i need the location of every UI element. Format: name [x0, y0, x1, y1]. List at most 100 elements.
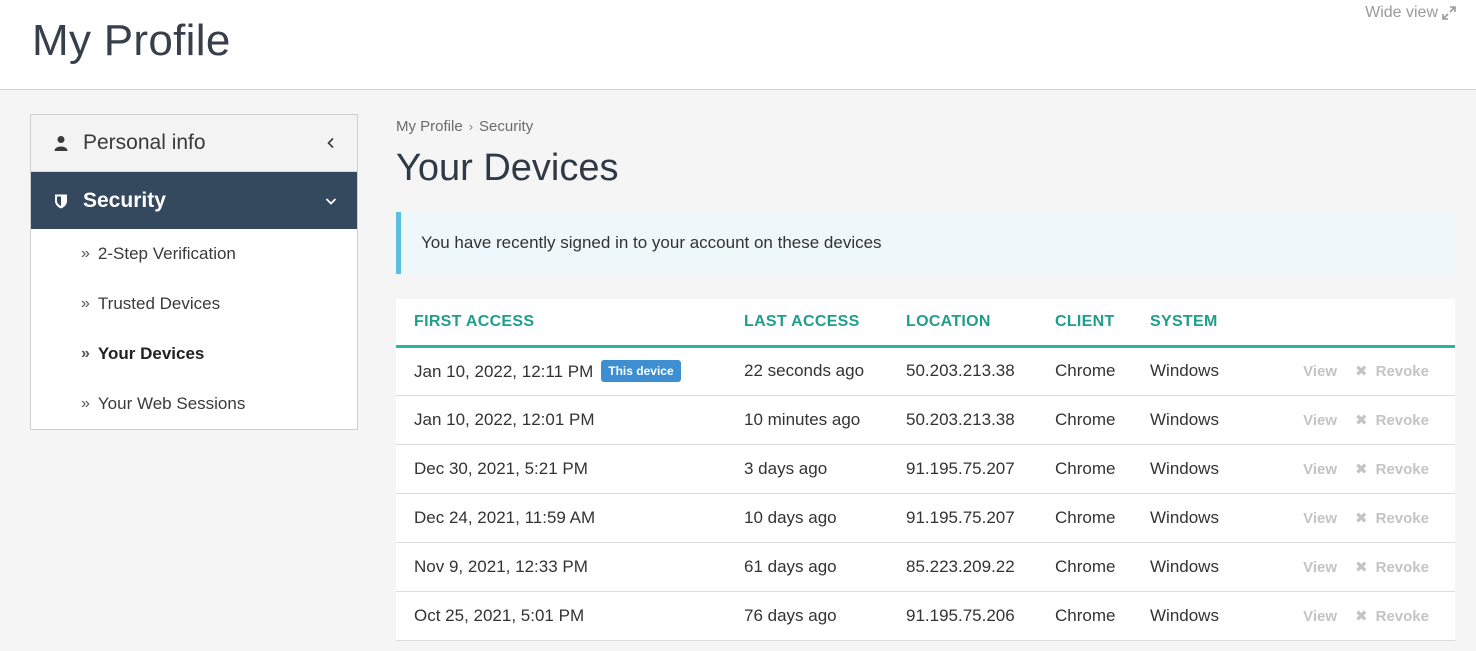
close-icon: ✖: [1355, 363, 1368, 380]
sidebar-item-security[interactable]: Security: [31, 172, 357, 229]
view-button[interactable]: View: [1303, 559, 1337, 576]
breadcrumb-current[interactable]: Security: [479, 118, 533, 135]
cell-location: 50.203.213.38: [906, 346, 1055, 396]
revoke-button[interactable]: ✖ Revoke: [1355, 510, 1429, 527]
revoke-button[interactable]: ✖ Revoke: [1355, 559, 1429, 576]
expand-icon: [1442, 6, 1456, 20]
cell-system: Windows: [1150, 346, 1270, 396]
view-button[interactable]: View: [1303, 510, 1337, 527]
cell-location: 50.203.213.38: [906, 395, 1055, 445]
column-header-system: SYSTEM: [1150, 299, 1270, 348]
page-header-title: My Profile: [32, 16, 231, 65]
double-chevron-icon: »: [81, 345, 90, 362]
cell-location: 91.195.75.207: [906, 493, 1055, 543]
page-title: Your Devices: [396, 147, 619, 189]
cell-last-access: 3 days ago: [744, 444, 906, 494]
cell-client: Chrome: [1055, 542, 1150, 592]
column-header-actions: [1270, 299, 1455, 348]
cell-system: Windows: [1150, 444, 1270, 494]
info-alert: You have recently signed in to your acco…: [396, 212, 1455, 274]
table-row: Oct 25, 2021, 5:01 PM 76 days ago 91.195…: [396, 591, 1455, 641]
cell-client: Chrome: [1055, 346, 1150, 396]
cell-system: Windows: [1150, 493, 1270, 543]
cell-last-access: 76 days ago: [744, 591, 906, 641]
sub-item-label: 2-Step Verification: [97, 244, 236, 263]
cell-actions: View ✖ Revoke: [1270, 542, 1455, 592]
chevron-right-icon: ›: [468, 119, 474, 134]
cell-first-access: Dec 24, 2021, 11:59 AM: [396, 493, 744, 543]
sub-item-label: Your Devices: [97, 344, 205, 363]
sub-item-label: Trusted Devices: [97, 294, 221, 313]
double-chevron-icon: »: [81, 295, 90, 312]
first-access-value: Jan 10, 2022, 12:11 PM: [414, 362, 594, 381]
table-row: Nov 9, 2021, 12:33 PM 61 days ago 85.223…: [396, 542, 1455, 592]
column-header-first-access: FIRST ACCESS: [396, 299, 744, 348]
view-button[interactable]: View: [1303, 412, 1337, 429]
sidebar-item-personal-info[interactable]: Personal info: [31, 115, 357, 172]
revoke-label: Revoke: [1375, 558, 1429, 576]
sidebar: Personal info Security » 2-Step Verifica…: [30, 114, 358, 430]
cell-last-access: 10 minutes ago: [744, 395, 906, 445]
revoke-button[interactable]: ✖ Revoke: [1355, 461, 1429, 478]
table-header-row: FIRST ACCESS LAST ACCESS LOCATION CLIENT…: [396, 299, 1455, 348]
close-icon: ✖: [1355, 460, 1368, 478]
cell-client: Chrome: [1055, 591, 1150, 641]
column-header-last-access: LAST ACCESS: [744, 299, 906, 348]
wide-view-label: Wide view: [1365, 4, 1438, 21]
main-content: My Profile › Security Your Devices You h…: [396, 118, 1455, 641]
revoke-label: Revoke: [1375, 607, 1429, 625]
column-header-client: CLIENT: [1055, 299, 1150, 348]
table-row: Dec 30, 2021, 5:21 PM 3 days ago 91.195.…: [396, 444, 1455, 494]
breadcrumb-root-link[interactable]: My Profile: [396, 118, 463, 135]
cell-actions: View ✖ Revoke: [1270, 591, 1455, 641]
double-chevron-icon: »: [81, 245, 90, 262]
column-header-location: LOCATION: [906, 299, 1055, 348]
revoke-button[interactable]: ✖ Revoke: [1355, 608, 1429, 625]
view-button[interactable]: View: [1303, 461, 1337, 478]
cell-actions: View ✖ Revoke: [1270, 395, 1455, 445]
cell-client: Chrome: [1055, 444, 1150, 494]
top-header: My Profile Wide view: [0, 0, 1476, 90]
sub-item-trusted-devices[interactable]: » Trusted Devices: [31, 279, 357, 329]
view-button[interactable]: View: [1303, 363, 1337, 380]
info-alert-text: You have recently signed in to your acco…: [421, 233, 882, 252]
cell-system: Windows: [1150, 591, 1270, 641]
revoke-label: Revoke: [1375, 363, 1429, 380]
sub-item-label: Your Web Sessions: [97, 394, 246, 413]
cell-first-access: Jan 10, 2022, 12:01 PM: [396, 395, 744, 445]
chevron-left-icon: [325, 137, 337, 149]
cell-last-access: 61 days ago: [744, 542, 906, 592]
wide-view-link[interactable]: Wide view: [1365, 4, 1456, 22]
revoke-button[interactable]: ✖ Revoke: [1355, 412, 1429, 429]
revoke-label: Revoke: [1375, 411, 1429, 429]
cell-actions: View ✖ Revoke: [1270, 346, 1455, 396]
table-row: Dec 24, 2021, 11:59 AM 10 days ago 91.19…: [396, 493, 1455, 543]
cell-client: Chrome: [1055, 493, 1150, 543]
close-icon: ✖: [1355, 509, 1368, 527]
cell-first-access: Oct 25, 2021, 5:01 PM: [396, 591, 744, 641]
sub-item-your-devices[interactable]: » Your Devices: [31, 329, 357, 379]
this-device-badge: This device: [601, 360, 681, 382]
revoke-label: Revoke: [1375, 509, 1429, 527]
cell-last-access: 22 seconds ago: [744, 346, 906, 396]
table-row: Jan 10, 2022, 12:11 PM This device 22 sec…: [396, 346, 1455, 396]
revoke-button[interactable]: ✖ Revoke: [1355, 363, 1429, 380]
view-button[interactable]: View: [1303, 608, 1337, 625]
user-icon: [53, 134, 71, 152]
sub-item-2-step-verification[interactable]: » 2-Step Verification: [31, 229, 357, 279]
close-icon: ✖: [1355, 607, 1368, 625]
cell-first-access: Nov 9, 2021, 12:33 PM: [396, 542, 744, 592]
cell-first-access: Jan 10, 2022, 12:11 PM This device: [396, 346, 744, 396]
devices-table: FIRST ACCESS LAST ACCESS LOCATION CLIENT…: [396, 299, 1455, 641]
sidebar-item-label: Personal info: [83, 131, 206, 154]
cell-client: Chrome: [1055, 395, 1150, 445]
cell-system: Windows: [1150, 542, 1270, 592]
cell-location: 91.195.75.206: [906, 591, 1055, 641]
cell-actions: View ✖ Revoke: [1270, 444, 1455, 494]
breadcrumb: My Profile › Security: [396, 118, 1455, 135]
sub-item-your-web-sessions[interactable]: » Your Web Sessions: [31, 379, 357, 429]
security-sub-menu: » 2-Step Verification » Trusted Devices …: [31, 229, 357, 429]
cell-first-access: Dec 30, 2021, 5:21 PM: [396, 444, 744, 494]
shield-icon: [53, 192, 71, 210]
double-chevron-icon: »: [81, 395, 90, 412]
